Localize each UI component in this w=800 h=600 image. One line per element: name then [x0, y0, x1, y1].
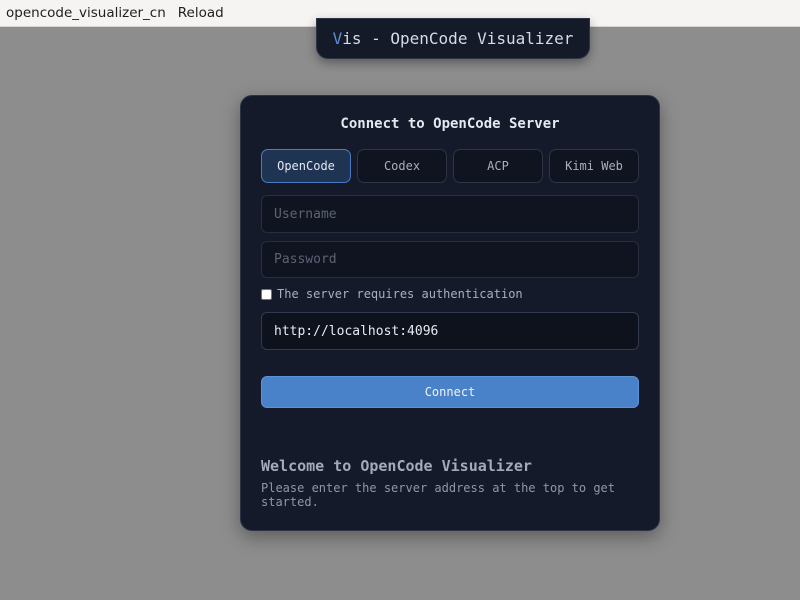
app-title-pill: Vis - OpenCode Visualizer [316, 18, 590, 59]
auth-checkbox-label[interactable]: The server requires authentication [277, 287, 523, 301]
tab-acp[interactable]: ACP [453, 149, 543, 183]
server-url-input[interactable] [261, 312, 639, 350]
auth-checkbox[interactable] [261, 288, 272, 300]
login-card: Connect to OpenCode Server OpenCode Code… [240, 95, 660, 531]
tab-kimi-web[interactable]: Kimi Web [549, 149, 639, 183]
app-name: opencode_visualizer_cn [6, 5, 166, 21]
reload-button[interactable]: Reload [178, 5, 224, 21]
username-input[interactable] [261, 195, 639, 233]
connect-button[interactable]: Connect [261, 376, 639, 408]
auth-checkbox-row[interactable]: The server requires authentication [261, 287, 523, 301]
welcome-text: Please enter the server address at the t… [261, 481, 616, 509]
title-accent-letter: V [332, 29, 343, 48]
server-type-tabs: OpenCode Codex ACP Kimi Web [261, 149, 639, 183]
login-card-title: Connect to OpenCode Server [340, 116, 560, 132]
title-text: is - OpenCode Visualizer [342, 29, 574, 48]
welcome-title: Welcome to OpenCode Visualizer [261, 457, 532, 475]
tab-opencode[interactable]: OpenCode [261, 149, 351, 183]
tab-codex[interactable]: Codex [357, 149, 447, 183]
password-input[interactable] [261, 241, 639, 278]
